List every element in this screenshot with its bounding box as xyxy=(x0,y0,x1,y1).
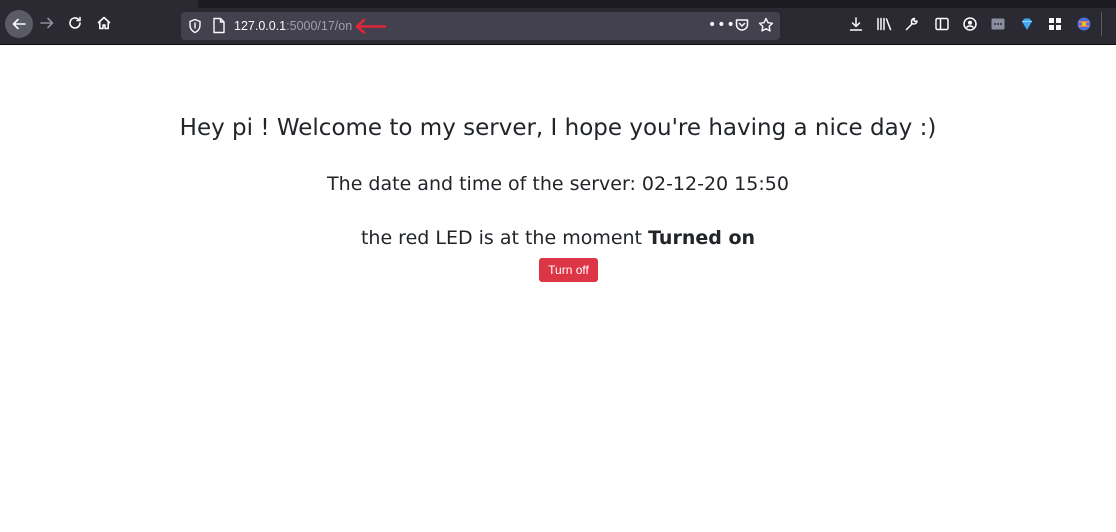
arrow-left-icon xyxy=(12,18,26,30)
diamond-extension-icon[interactable] xyxy=(1017,14,1037,34)
wrench-icon[interactable] xyxy=(902,14,922,34)
reload-icon xyxy=(69,16,81,29)
account-icon[interactable] xyxy=(960,14,980,34)
url-bar[interactable]: 127.0.0.1:5000/17/on ••• xyxy=(181,12,780,40)
grid-extension-icon[interactable] xyxy=(1045,14,1065,34)
shield-icon[interactable] xyxy=(188,18,202,38)
reload-button[interactable] xyxy=(62,10,88,36)
pocket-icon[interactable] xyxy=(734,17,750,37)
browser-toolbar: 127.0.0.1:5000/17/on ••• xyxy=(0,0,1116,45)
page-content: Hey pi ! Welcome to my server, I hope yo… xyxy=(0,46,1116,532)
forward-button[interactable] xyxy=(34,10,60,36)
bookmark-star-icon[interactable] xyxy=(758,17,774,37)
globe-extension-icon[interactable] xyxy=(1074,14,1094,34)
url-path: :5000/17/on xyxy=(286,19,353,33)
library-icon[interactable] xyxy=(875,14,895,34)
download-icon[interactable] xyxy=(846,14,866,34)
home-icon xyxy=(97,16,111,30)
url-text[interactable]: 127.0.0.1:5000/17/on xyxy=(234,18,352,34)
overflow-menu-edge[interactable] xyxy=(1101,12,1116,36)
welcome-heading: Hey pi ! Welcome to my server, I hope yo… xyxy=(179,115,937,141)
more-actions-icon[interactable]: ••• xyxy=(708,17,736,33)
arrow-left-annotation-icon xyxy=(353,17,387,39)
led-label: the red LED is at the moment xyxy=(360,227,649,249)
home-button[interactable] xyxy=(91,10,117,36)
datetime-value: 02-12-20 15:50 xyxy=(641,173,789,195)
page-icon[interactable] xyxy=(212,17,226,38)
turn-off-button[interactable]: Turn off xyxy=(539,258,598,282)
server-datetime: The date and time of the server: 02-12-2… xyxy=(0,171,1116,197)
tab-strip xyxy=(198,0,1116,8)
back-button[interactable] xyxy=(5,10,33,38)
led-status: the red LED is at the moment Turned on xyxy=(0,225,1116,251)
sidebar-icon[interactable] xyxy=(932,14,952,34)
extension-dots-icon[interactable] xyxy=(988,14,1008,34)
datetime-label: The date and time of the server: xyxy=(327,173,642,195)
arrow-right-icon xyxy=(40,17,54,29)
led-state: Turned on xyxy=(648,227,756,249)
url-host: 127.0.0.1 xyxy=(234,19,287,33)
